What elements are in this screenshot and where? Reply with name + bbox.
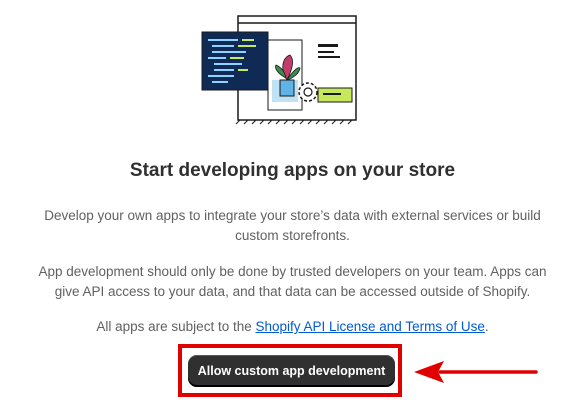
description-paragraph: Develop your own apps to integrate your … [20,206,565,246]
warning-paragraph: App development should only be done by t… [20,262,565,302]
warning-line-1: App development should only be done by t… [38,264,547,279]
description-line-2: custom storefronts. [235,228,350,243]
terms-suffix: . [484,319,489,334]
terms-link[interactable]: Shopify API License and Terms of Use [255,319,484,334]
allow-custom-app-development-button[interactable]: Allow custom app development [188,355,395,387]
description-line-1: Develop your own apps to integrate your … [44,208,541,223]
terms-paragraph: All apps are subject to the Shopify API … [20,317,565,337]
page-title: Start developing apps on your store [129,160,456,181]
left-arrow-icon [414,361,538,383]
developer-app-illustration [201,15,357,125]
warning-line-2: give API access to your data, and that d… [54,284,531,299]
terms-prefix: All apps are subject to the [96,319,256,334]
